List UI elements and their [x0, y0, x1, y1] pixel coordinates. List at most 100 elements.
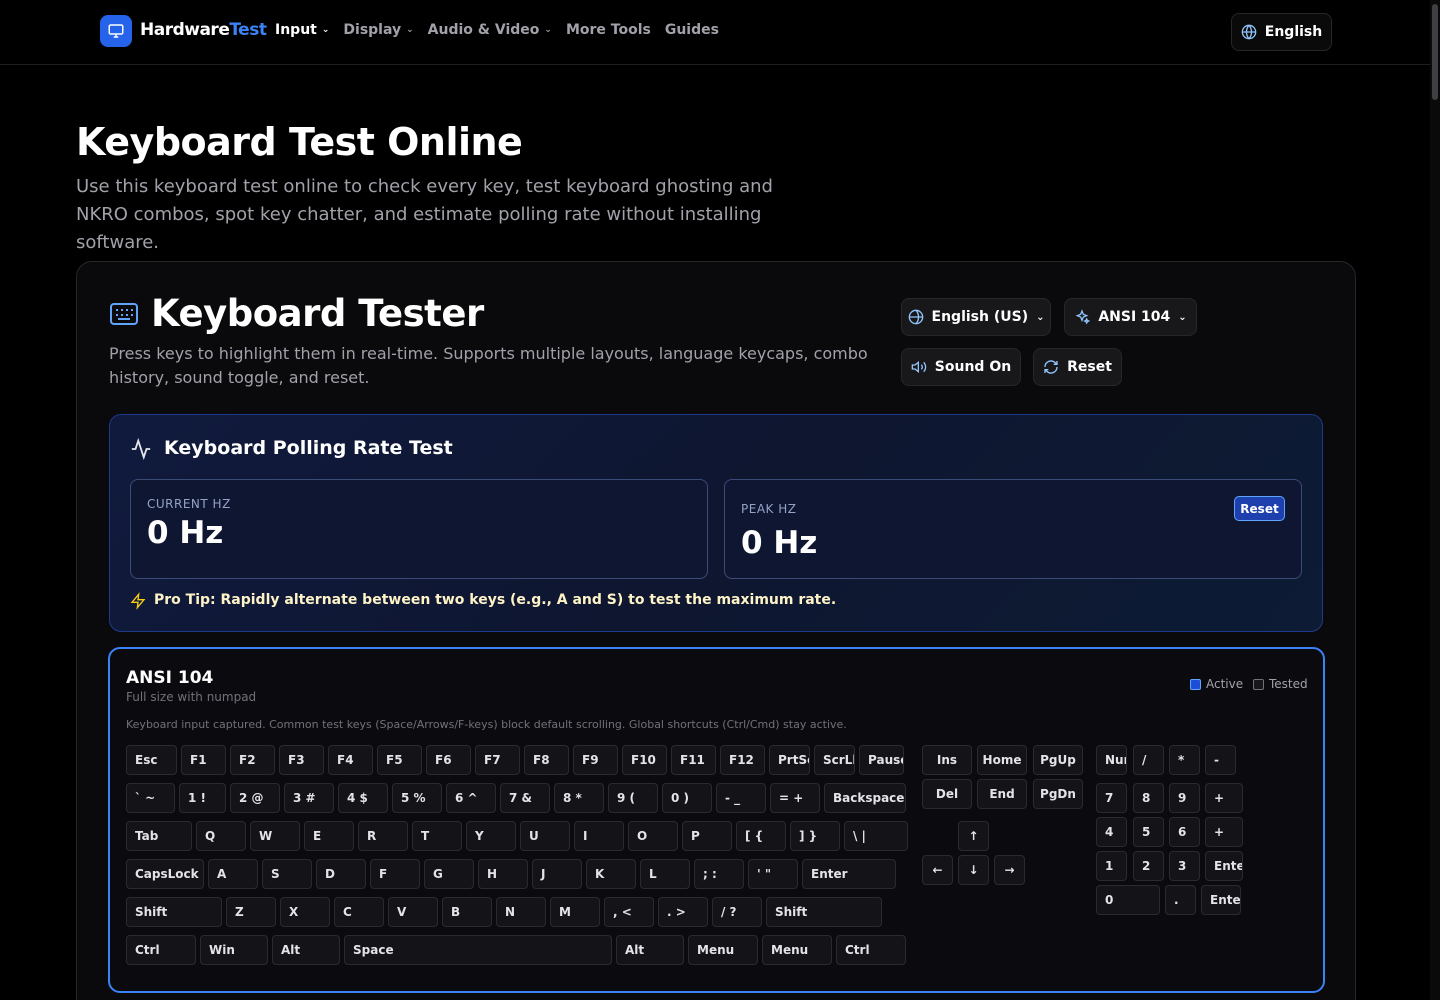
sound-toggle-button[interactable]: Sound On	[901, 348, 1021, 386]
key[interactable]: R	[358, 821, 408, 851]
key[interactable]: 2 @	[230, 783, 280, 813]
nav-link-input[interactable]: Input ⌄	[275, 22, 329, 38]
page-scrollbar[interactable]	[1430, 0, 1440, 1000]
key[interactable]: Ctrl	[836, 935, 906, 965]
key[interactable]: Menu	[688, 935, 758, 965]
key[interactable]: ] }	[790, 821, 840, 851]
key[interactable]: F2	[230, 745, 275, 775]
key[interactable]: 1 !	[179, 783, 226, 813]
key[interactable]: -	[1205, 745, 1236, 775]
key[interactable]: P	[682, 821, 732, 851]
key[interactable]: End	[977, 779, 1027, 809]
key[interactable]: F7	[475, 745, 520, 775]
key[interactable]: Z	[226, 897, 276, 927]
language-select[interactable]: English (US) ⌄	[901, 298, 1051, 336]
monitor-logo-icon[interactable]	[100, 15, 132, 47]
language-button[interactable]: English	[1231, 13, 1332, 51]
key[interactable]: , <	[604, 897, 654, 927]
key[interactable]: Enter	[1201, 885, 1241, 915]
key[interactable]: /	[1133, 745, 1164, 775]
key[interactable]: PrtSc	[769, 745, 810, 775]
key[interactable]: 2	[1133, 851, 1164, 881]
key[interactable]: X	[280, 897, 330, 927]
key[interactable]: Alt	[616, 935, 684, 965]
key[interactable]: 4	[1096, 817, 1127, 847]
reset-button[interactable]: Reset	[1033, 348, 1122, 386]
key[interactable]: 8	[1133, 783, 1164, 813]
key[interactable]: Del	[922, 779, 972, 809]
key[interactable]: C	[334, 897, 384, 927]
key[interactable]: S	[262, 859, 312, 889]
key[interactable]: \ |	[844, 821, 908, 851]
key[interactable]: F	[370, 859, 420, 889]
key[interactable]: +	[1205, 817, 1243, 847]
key[interactable]: ScrLk	[814, 745, 855, 775]
key[interactable]: F5	[377, 745, 422, 775]
key[interactable]: F11	[671, 745, 716, 775]
layout-select[interactable]: ANSI 104 ⌄	[1064, 298, 1197, 336]
key[interactable]: T	[412, 821, 462, 851]
key[interactable]: Y	[466, 821, 516, 851]
key[interactable]: PgDn	[1033, 779, 1083, 809]
key[interactable]: Backspace	[824, 783, 906, 813]
key[interactable]: F4	[328, 745, 373, 775]
key[interactable]: L	[640, 859, 690, 889]
key[interactable]: 6 ^	[446, 783, 496, 813]
nav-link-guides[interactable]: Guides	[665, 22, 719, 38]
key[interactable]: N	[496, 897, 546, 927]
key[interactable]: Tab	[126, 821, 192, 851]
key[interactable]: Ins	[922, 745, 972, 775]
key[interactable]: [ {	[736, 821, 786, 851]
key[interactable]: F3	[279, 745, 324, 775]
key[interactable]: Shift	[126, 897, 222, 927]
key[interactable]: M	[550, 897, 600, 927]
key[interactable]: 9 (	[608, 783, 658, 813]
key[interactable]: 9	[1169, 783, 1200, 813]
brand-name[interactable]: HardwareTest	[140, 20, 267, 40]
key[interactable]: →	[994, 855, 1025, 885]
key[interactable]: .	[1165, 885, 1196, 915]
key[interactable]: ' "	[748, 859, 798, 889]
peak-reset-button[interactable]: Reset	[1234, 496, 1285, 521]
key[interactable]: 0	[1096, 885, 1160, 915]
key[interactable]: 8 *	[554, 783, 604, 813]
key[interactable]: Shift	[766, 897, 882, 927]
key[interactable]: = +	[770, 783, 820, 813]
key[interactable]: PgUp	[1033, 745, 1083, 775]
key[interactable]: F12	[720, 745, 765, 775]
key[interactable]: I	[574, 821, 624, 851]
key[interactable]: . >	[658, 897, 708, 927]
key[interactable]: Esc	[126, 745, 177, 775]
key[interactable]: Enter	[802, 859, 896, 889]
nav-link-more-tools[interactable]: More Tools	[566, 22, 651, 38]
key[interactable]: 1	[1096, 851, 1127, 881]
key[interactable]: H	[478, 859, 528, 889]
key[interactable]: Q	[196, 821, 246, 851]
key[interactable]: - _	[716, 783, 766, 813]
key[interactable]: 6	[1169, 817, 1200, 847]
key[interactable]: E	[304, 821, 354, 851]
key[interactable]: A	[208, 859, 258, 889]
scrollbar-thumb[interactable]	[1432, 4, 1438, 100]
key[interactable]: 4 $	[338, 783, 388, 813]
key[interactable]: Ctrl	[126, 935, 196, 965]
key[interactable]: ; :	[694, 859, 744, 889]
key[interactable]: Win	[200, 935, 268, 965]
key[interactable]: 3 #	[284, 783, 334, 813]
key[interactable]: F9	[573, 745, 618, 775]
key[interactable]: Num	[1096, 745, 1127, 775]
key[interactable]: 5 %	[392, 783, 442, 813]
key[interactable]: F1	[181, 745, 226, 775]
key[interactable]: W	[250, 821, 300, 851]
key[interactable]: D	[316, 859, 366, 889]
key[interactable]: CapsLock	[126, 859, 204, 889]
key[interactable]: F10	[622, 745, 667, 775]
key[interactable]: Home	[977, 745, 1027, 775]
key[interactable]: U	[520, 821, 570, 851]
key[interactable]: Pause	[859, 745, 904, 775]
key[interactable]: 5	[1133, 817, 1164, 847]
key[interactable]: ↓	[958, 855, 989, 885]
key[interactable]: 7	[1096, 783, 1127, 813]
key[interactable]: 0 )	[662, 783, 712, 813]
key[interactable]: *	[1169, 745, 1200, 775]
